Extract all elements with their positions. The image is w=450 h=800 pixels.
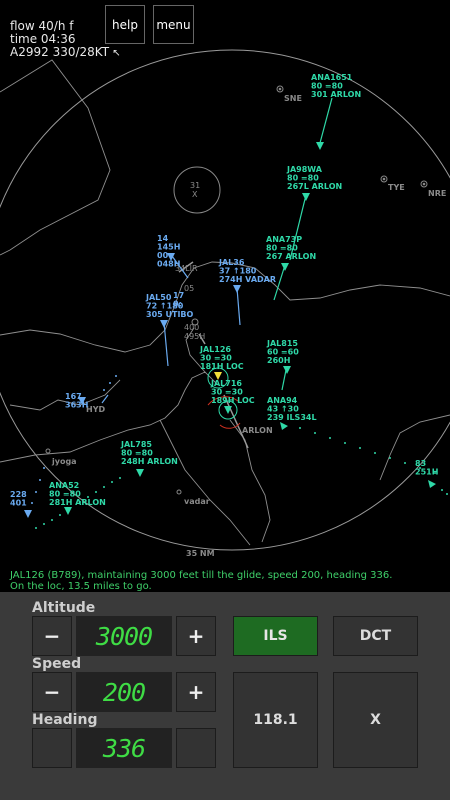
- data-tag-228[interactable]: 228 401: [10, 490, 27, 508]
- place-hyd: HYD: [86, 405, 105, 414]
- menu-button[interactable]: menu: [153, 5, 194, 44]
- heading-display: 336: [76, 728, 172, 768]
- place-sne: SNE: [284, 94, 302, 103]
- holding-label: 31: [190, 181, 200, 190]
- aircraft-marker: [281, 263, 289, 271]
- aircraft-marker: [233, 285, 241, 293]
- data-tag-ja98wa[interactable]: JA98WA 80 =80 267L ARLON: [286, 165, 342, 191]
- data-tag-line: 267 ARLON: [266, 252, 316, 261]
- aircraft-marker: [428, 480, 436, 488]
- heading-label: Heading: [32, 712, 98, 728]
- control-panel: Altitude − 3000 + ILS DCT Speed − 200 + …: [0, 592, 450, 800]
- data-tag-jal50[interactable]: JAL50 72 ↑180 305 UTIBO: [145, 293, 194, 319]
- place-labels: SNE TYE NRE jyoga vadar ARLON HYD 35 NM: [51, 94, 446, 558]
- coastline: [0, 59, 450, 546]
- range-label: 35 NM: [186, 549, 215, 558]
- data-tags[interactable]: ANA1651 80 =80 301 ARLON JA98WA 80 =80 267L …: [10, 73, 438, 508]
- holding-sub: X: [192, 190, 198, 199]
- speed-display: 200: [76, 672, 172, 712]
- data-tag-line: 181H LOC: [200, 362, 244, 371]
- svg-text:05: 05: [184, 284, 194, 293]
- data-tag-jal126[interactable]: JAL126 30 =30 181H LOC: [199, 345, 244, 371]
- data-tag-line: 274H VADAR: [219, 275, 276, 284]
- range-ring: [0, 49, 450, 551]
- data-tag-line: 248H ARLON: [121, 457, 178, 466]
- place-jyoga: jyoga: [51, 457, 77, 466]
- aircraft-marker: [24, 510, 32, 518]
- data-tag-14[interactable]: 14 145H 00 048H: [157, 234, 180, 269]
- svg-text:495H: 495H: [184, 332, 205, 341]
- speed-minus-button[interactable]: −: [32, 672, 72, 712]
- place-arlon: ARLON: [242, 426, 273, 435]
- aircraft-marker: [316, 142, 324, 150]
- data-tag-line: 401: [10, 499, 27, 508]
- data-tag-line: 305 UTIBO: [146, 310, 194, 319]
- place-nre: NRE: [428, 189, 446, 198]
- data-tag-167[interactable]: 167 363H: [65, 392, 88, 410]
- altitude-label: Altitude: [32, 600, 96, 616]
- heading-right-button[interactable]: [176, 728, 216, 768]
- speed-label: Speed: [32, 656, 82, 672]
- aircraft-marker: [302, 193, 310, 201]
- track-trails: [35, 427, 448, 529]
- aircraft-marker: [160, 320, 168, 328]
- radar-scope[interactable]: SNE TYE NRE jyoga vadar ARLON HYD 35 NM …: [0, 0, 450, 592]
- data-tag-line: 189H LOC: [211, 396, 255, 405]
- weather-info: A2992 330/28KT ↑: [10, 45, 124, 61]
- message-line-1: JAL126 (B789), maintaining 3000 feet til…: [10, 570, 393, 581]
- altitude-minus-button[interactable]: −: [32, 616, 72, 656]
- speed-plus-button[interactable]: +: [176, 672, 216, 712]
- altitude-display: 3000: [76, 616, 172, 656]
- data-tag-line: 251H: [415, 468, 438, 477]
- data-tag-line: 260H: [267, 356, 290, 365]
- place-tye: TYE: [388, 183, 405, 192]
- data-tag-line: 239 ILS34L: [267, 413, 317, 422]
- data-tag-line: 048H: [157, 260, 180, 269]
- aircraft-marker: [283, 366, 291, 374]
- aircraft-marker: [136, 469, 144, 477]
- aircraft-marker: [280, 422, 288, 430]
- controller-message: JAL126 (B789), maintaining 3000 feet til…: [10, 570, 392, 592]
- data-tag-jal815[interactable]: JAL815 60 =60 260H: [266, 339, 299, 365]
- data-tag-ana1651[interactable]: ANA1651 80 =80 301 ARLON: [311, 73, 361, 99]
- data-tag-ana52[interactable]: ANA52 80 =80 281H ARLON: [49, 481, 106, 507]
- altitude-plus-button[interactable]: +: [176, 616, 216, 656]
- message-line-2: On the loc, 13.5 miles to go.: [10, 581, 152, 592]
- data-tag-line: 0:: [173, 300, 182, 309]
- help-button[interactable]: help: [105, 5, 145, 44]
- dct-button[interactable]: DCT: [333, 616, 418, 656]
- data-tag-jal785[interactable]: JAL785 80 =80 248H ARLON: [120, 440, 178, 466]
- data-tag-83[interactable]: 83 251H: [415, 459, 438, 477]
- data-tag-jal36[interactable]: JAL36 37 ↑180 274H VADAR: [218, 258, 276, 284]
- data-tag-line: 301 ARLON: [311, 90, 361, 99]
- heading-left-button[interactable]: [32, 728, 72, 768]
- data-tag-jal716[interactable]: JAL716 30 =30 189H LOC: [210, 379, 255, 405]
- svg-text:400: 400: [184, 323, 199, 332]
- aircraft-markers[interactable]: [24, 142, 436, 518]
- data-tag-line: 267L ARLON: [287, 182, 342, 191]
- frequency-button[interactable]: 118.1: [233, 672, 318, 768]
- aircraft-marker: [64, 507, 72, 515]
- cancel-button[interactable]: X: [333, 672, 418, 768]
- ils-button[interactable]: ILS: [233, 616, 318, 656]
- data-tag-line: 281H ARLON: [49, 498, 106, 507]
- data-tag-ana73p[interactable]: ANA73P 80 =80 267 ARLON: [266, 235, 316, 261]
- data-tag-line: 363H: [65, 401, 88, 410]
- data-tag-ana94[interactable]: ANA94 43 ↑30 239 ILS34L: [267, 396, 317, 422]
- place-vadar: vadar: [184, 497, 210, 506]
